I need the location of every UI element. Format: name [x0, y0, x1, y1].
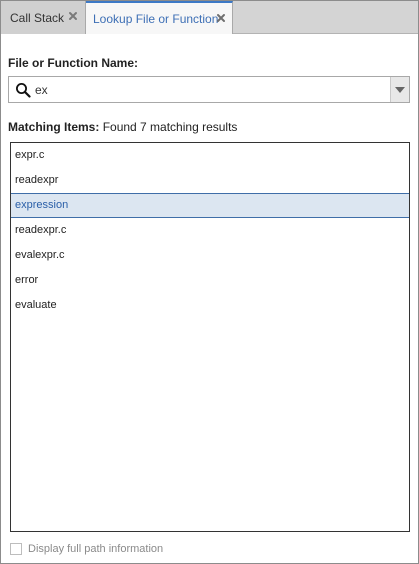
tab-lookup-file-or-function[interactable]: Lookup File or Function — [86, 1, 233, 34]
matching-count-text: Found 7 matching results — [102, 120, 238, 134]
list-item[interactable]: evalexpr.c — [11, 243, 409, 268]
full-path-option: Display full path information — [10, 542, 163, 556]
dropdown-button[interactable] — [390, 77, 409, 102]
list-item[interactable]: error — [11, 268, 409, 293]
caret-down-icon — [395, 87, 405, 93]
list-item[interactable]: evaluate — [11, 293, 409, 318]
matching-label: Matching Items: — [8, 120, 100, 134]
list-item[interactable]: readexpr.c — [11, 218, 409, 243]
tab-call-stack[interactable]: Call Stack — [1, 1, 86, 34]
field-label: File or Function Name: — [8, 56, 139, 70]
close-x-icon[interactable] — [68, 11, 78, 21]
tab-call-stack-label: Call Stack — [10, 10, 65, 25]
tab-lookup-label: Lookup File or Function — [93, 11, 219, 26]
tab-strip: Call Stack Lookup File or Function — [1, 1, 418, 34]
full-path-label[interactable]: Display full path information — [28, 543, 163, 555]
list-item-selected[interactable]: expression — [11, 193, 409, 218]
search-combo[interactable] — [8, 76, 410, 103]
full-path-checkbox[interactable] — [10, 543, 22, 555]
lookup-panel: Call Stack Lookup File or Function File … — [0, 0, 419, 564]
matching-summary: Matching Items: Found 7 matching results — [8, 120, 237, 134]
search-icon — [16, 83, 31, 98]
close-x-icon[interactable] — [216, 13, 226, 23]
list-item[interactable]: readexpr — [11, 168, 409, 193]
search-input[interactable] — [35, 80, 385, 99]
results-list[interactable]: expr.c readexpr expression readexpr.c ev… — [10, 142, 410, 532]
list-item[interactable]: expr.c — [11, 143, 409, 168]
